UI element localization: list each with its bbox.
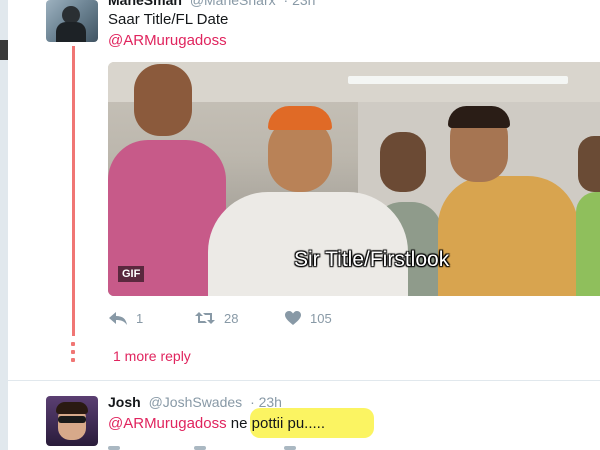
author-handle[interactable]: @MaheSharx <box>190 0 276 8</box>
tweet1-text: Saar Title/FL Date <box>108 11 229 28</box>
gif-media[interactable]: GIF Sir Title/Firstlook <box>108 62 600 296</box>
retweet-count: 28 <box>224 310 239 326</box>
like-count: 105 <box>310 310 332 326</box>
reply-icon[interactable] <box>108 446 120 450</box>
person3-head <box>380 132 426 192</box>
person1-head <box>134 64 192 136</box>
tweet2-mention-link[interactable]: @ARMurugadoss <box>108 415 227 432</box>
person5-head <box>578 136 600 192</box>
thread-line <box>72 46 75 336</box>
gif-caption: Sir Title/Firstlook <box>294 248 450 271</box>
person4-hair <box>448 106 510 128</box>
retweet-icon <box>194 310 216 326</box>
author-name[interactable]: MaheSman <box>108 0 182 8</box>
tweet-time[interactable]: · 23h <box>284 0 316 8</box>
tweet-divider <box>8 380 600 381</box>
tweet1-mention-link[interactable]: @ARMurugadoss <box>108 32 227 49</box>
avatar-tweet1[interactable] <box>46 0 98 42</box>
retweet-button[interactable]: 28 <box>194 310 238 326</box>
person2-body <box>208 192 408 296</box>
reply-count: 1 <box>136 310 144 326</box>
avatar-tweet2[interactable] <box>46 396 98 446</box>
avatar-body <box>56 22 86 42</box>
media-ceiling-light <box>348 76 568 84</box>
avatar-hair <box>56 402 88 414</box>
author-name[interactable]: Josh <box>108 394 141 410</box>
tweet2-body: ne pottii pu..... <box>226 415 326 432</box>
thread-dots <box>71 342 76 366</box>
tweet2-text: @ARMurugadoss ne pottii pu..... <box>108 415 325 432</box>
avatar-glasses <box>58 416 86 423</box>
tweet2-actions <box>108 440 408 450</box>
person2-cap <box>268 106 332 130</box>
person5-body <box>576 192 600 296</box>
left-edge-strip <box>0 0 8 450</box>
retweet-icon[interactable] <box>194 446 206 450</box>
like-button[interactable]: 105 <box>284 310 332 326</box>
left-edge-marker <box>0 40 8 60</box>
reply-button[interactable]: 1 <box>108 310 143 326</box>
gif-badge: GIF <box>118 266 145 282</box>
like-icon <box>284 310 302 326</box>
tweet1-header: MaheSman @MaheSharx · 23h <box>108 0 315 8</box>
more-replies-link[interactable]: 1 more reply <box>113 348 191 364</box>
person4-body <box>438 176 578 296</box>
like-icon[interactable] <box>284 446 296 450</box>
author-handle[interactable]: @JoshSwades <box>149 394 243 410</box>
reply-icon <box>108 310 128 326</box>
